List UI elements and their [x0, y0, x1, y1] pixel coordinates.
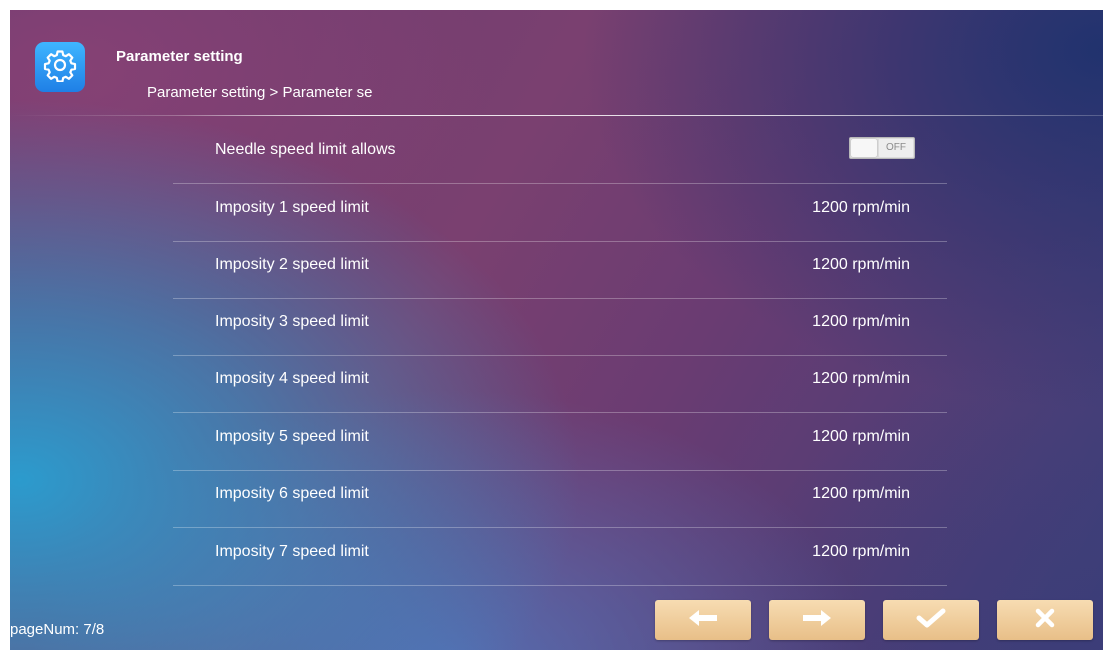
param-row-imposity-7[interactable]: Imposity 7 speed limit 1200 rpm/min [173, 528, 947, 586]
param-row-imposity-6[interactable]: Imposity 6 speed limit 1200 rpm/min [173, 470, 947, 528]
param-row-needle-speed-limit: Needle speed limit allows OFF [173, 126, 947, 184]
param-value[interactable]: 1200 rpm/min [812, 199, 910, 217]
header-divider [10, 115, 1103, 116]
next-page-button[interactable] [769, 600, 865, 640]
param-value[interactable]: 1200 rpm/min [812, 485, 910, 503]
param-label: Imposity 2 speed limit [215, 256, 369, 273]
param-label: Imposity 1 speed limit [215, 199, 369, 216]
previous-page-button[interactable] [655, 600, 751, 640]
param-label: Imposity 6 speed limit [215, 485, 369, 502]
param-label: Imposity 4 speed limit [215, 370, 369, 387]
param-row-imposity-1[interactable]: Imposity 1 speed limit 1200 rpm/min [173, 184, 947, 242]
parameter-setting-screen: Parameter setting Parameter setting > Pa… [10, 10, 1103, 650]
close-icon [1033, 606, 1057, 634]
param-value[interactable]: 1200 rpm/min [812, 543, 910, 561]
toggle-state-label: OFF [879, 139, 913, 157]
toggle-knob [851, 139, 877, 157]
param-row-imposity-5[interactable]: Imposity 5 speed limit 1200 rpm/min [173, 413, 947, 471]
confirm-button[interactable] [883, 600, 979, 640]
gear-icon [43, 48, 77, 86]
arrow-left-icon [687, 608, 719, 632]
checkmark-icon [914, 606, 948, 634]
param-label: Imposity 5 speed limit [215, 428, 369, 445]
param-value[interactable]: 1200 rpm/min [812, 313, 910, 331]
page-title: Parameter setting [116, 48, 243, 65]
param-row-imposity-4[interactable]: Imposity 4 speed limit 1200 rpm/min [173, 355, 947, 413]
param-label: Needle speed limit allows [215, 141, 396, 158]
app-icon [35, 42, 85, 92]
arrow-right-icon [801, 608, 833, 632]
needle-speed-limit-toggle[interactable]: OFF [849, 137, 915, 159]
param-label: Imposity 3 speed limit [215, 313, 369, 330]
param-row-imposity-2[interactable]: Imposity 2 speed limit 1200 rpm/min [173, 241, 947, 299]
param-row-imposity-3[interactable]: Imposity 3 speed limit 1200 rpm/min [173, 298, 947, 356]
param-value[interactable]: 1200 rpm/min [812, 256, 910, 274]
param-value[interactable]: 1200 rpm/min [812, 428, 910, 446]
param-label: Imposity 7 speed limit [215, 543, 369, 560]
page-number: pageNum: 7/8 [10, 621, 105, 638]
breadcrumb: Parameter setting > Parameter se [147, 84, 373, 101]
close-button[interactable] [997, 600, 1093, 640]
param-value[interactable]: 1200 rpm/min [812, 370, 910, 388]
